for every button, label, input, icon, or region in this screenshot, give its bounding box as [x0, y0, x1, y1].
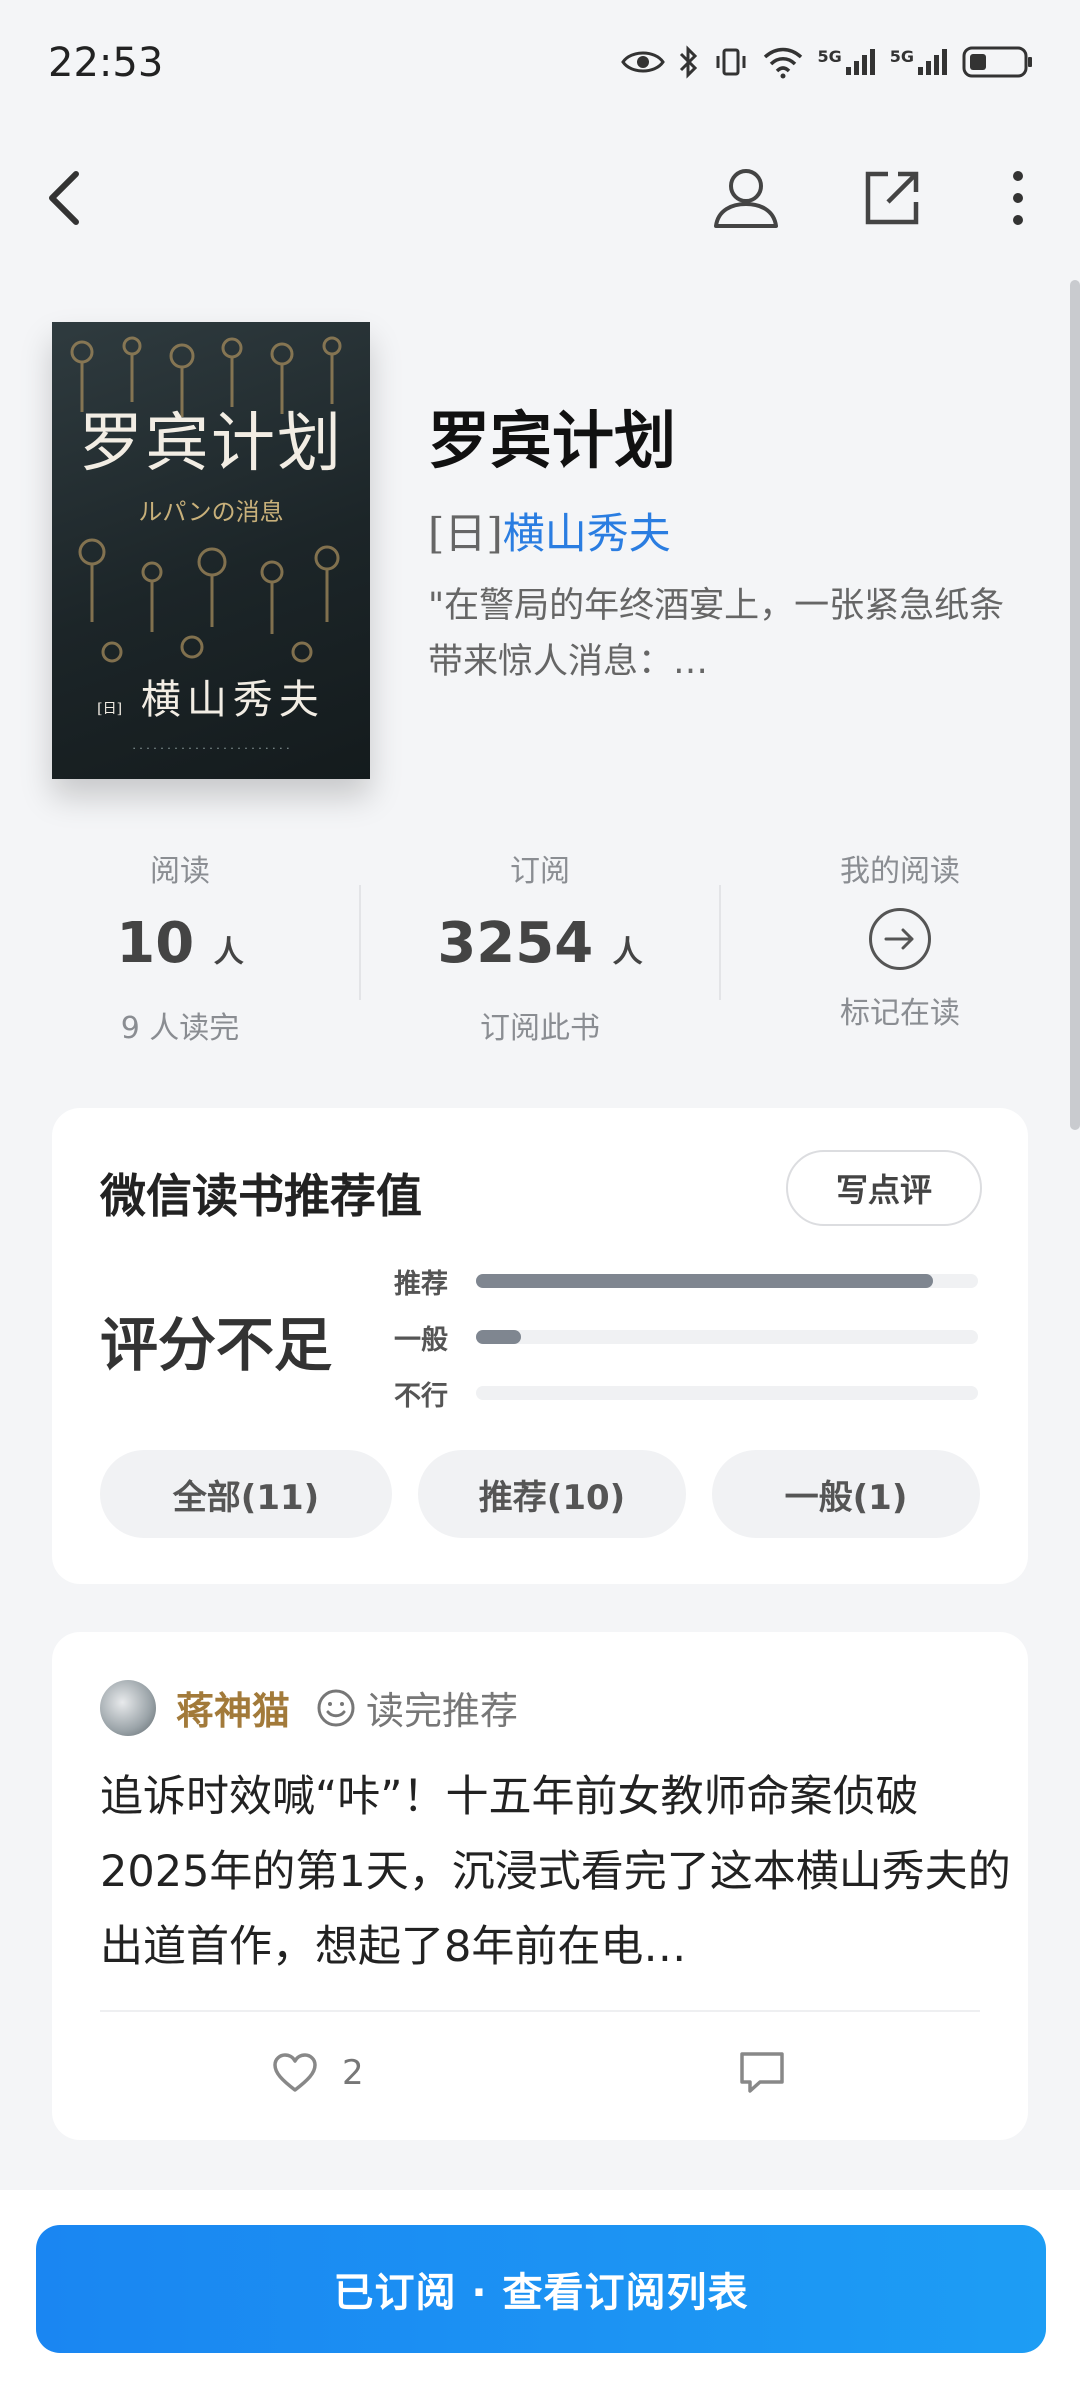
stat-subscribe-label: 订阅 [510, 854, 570, 889]
like-button[interactable]: 2 [272, 2052, 364, 2094]
score-text: 评分不足 [100, 1311, 333, 1379]
network-1-label: 5G [817, 47, 842, 66]
stat-read-number: 10 [116, 911, 195, 976]
comment-button[interactable] [738, 2050, 786, 2100]
subscribed-list-button[interactable]: 已订阅 · 查看订阅列表 [36, 2225, 1046, 2353]
arrow-right-circle-icon[interactable] [869, 908, 931, 970]
recommend-card: 微信读书推荐值 写点评 评分不足 推荐 一般 不行 全部(11) 推荐(10) … [52, 1108, 1028, 1584]
heart-icon [273, 2053, 317, 2092]
recommend-title: 微信读书推荐值 [100, 1169, 422, 1223]
avatar[interactable] [100, 1680, 156, 1736]
battery-icon [962, 46, 1032, 78]
signal-2-icon: 5G [890, 47, 950, 77]
filter-all-button[interactable]: 全部(11) [100, 1450, 392, 1538]
stat-my-reading-sub: 标记在读 [840, 996, 960, 1031]
reviewer-name[interactable]: 蒋神猫 [176, 1680, 290, 1735]
back-button[interactable] [24, 158, 104, 238]
bar-fill-recommend [476, 1274, 933, 1288]
stat-my-reading[interactable]: 我的阅读 标记在读 [720, 846, 1080, 1032]
divider [100, 2010, 980, 2012]
stat-read-sub: 9 人读完 [120, 1011, 240, 1046]
bluetooth-icon [680, 45, 698, 79]
cover-author-name: 横山秀夫 [140, 677, 325, 723]
bar-track-poor [476, 1386, 978, 1400]
more-vertical-icon [1013, 171, 1023, 225]
stat-subscribe[interactable]: 订阅 3254 人 订阅此书 [360, 846, 720, 1047]
like-count: 2 [342, 2053, 364, 2093]
book-author[interactable]: [日]横山秀夫 [428, 500, 671, 561]
bar-fill-average [476, 1330, 522, 1344]
external-link-icon [865, 171, 919, 225]
share-button[interactable] [852, 158, 932, 238]
bar-track-recommend [476, 1274, 978, 1288]
stat-read-label: 阅读 [150, 854, 210, 889]
comment-icon [740, 2052, 784, 2093]
stat-read[interactable]: 阅读 10 人 9 人读完 [0, 846, 360, 1047]
cover-fineprint: · · · · · · · · · · · · · · · · · · · · … [132, 742, 290, 755]
cover-title: 罗宾计划 [79, 407, 343, 481]
book-cover[interactable]: 罗宾计划 ルパンの消息 [日] 横山秀夫 · · · · · · · · · ·… [52, 322, 370, 779]
review-tag-label: 读完推荐 [366, 1689, 519, 1733]
stat-subscribe-unit: 人 [612, 935, 643, 970]
more-button[interactable] [978, 158, 1058, 238]
bar-label-average: 一般 [394, 1325, 448, 1356]
stat-subscribe-sub: 订阅此书 [480, 1011, 600, 1046]
stat-subscribe-number: 3254 [437, 911, 594, 976]
bar-label-poor: 不行 [394, 1381, 448, 1412]
profile-button[interactable] [706, 158, 786, 238]
cover-author-prefix: [日] [97, 701, 123, 717]
cover-subtitle: ルパンの消息 [138, 498, 284, 526]
filter-average-button[interactable]: 一般(1) [712, 1450, 980, 1538]
user-icon [714, 169, 778, 228]
bar-track-average [476, 1330, 978, 1344]
stat-read-unit: 人 [213, 935, 244, 970]
author-name[interactable]: 横山秀夫 [503, 509, 671, 558]
stat-read-value: 10 人 [0, 912, 360, 985]
status-icons: 5G 5G [621, 44, 1034, 80]
chevron-left-icon [49, 171, 79, 225]
network-2-label: 5G [889, 47, 914, 66]
book-title: 罗宾计划 [428, 404, 677, 477]
eye-icon [621, 51, 666, 73]
smile-icon [317, 1689, 355, 1726]
wifi-icon [764, 47, 803, 79]
write-review-button[interactable]: 写点评 [786, 1150, 982, 1226]
review-tag: 读完推荐 [316, 1680, 518, 1735]
filter-recommend-button[interactable]: 推荐(10) [418, 1450, 686, 1538]
stat-my-reading-label: 我的阅读 [840, 854, 960, 889]
author-prefix: [日] [428, 509, 503, 558]
book-intro[interactable]: "在警局的年终酒宴上，一张紧急纸条带来惊人消息：… [428, 578, 1028, 690]
signal-1-icon: 5G [817, 47, 877, 77]
stat-subscribe-value: 3254 人 [360, 912, 720, 985]
vibrate-icon [716, 48, 746, 76]
review-card[interactable]: 蒋神猫 读完推荐 追诉时效喊“咔”！十五年前女教师命案侦破 2025年的第1天，… [52, 1632, 1028, 2140]
review-text[interactable]: 追诉时效喊“咔”！十五年前女教师命案侦破 2025年的第1天，沉浸式看完了这本横… [100, 1760, 1030, 1985]
status-time: 22:53 [48, 40, 164, 86]
bar-label-recommend: 推荐 [394, 1269, 448, 1300]
cover-author: [日] 横山秀夫 [52, 667, 370, 725]
